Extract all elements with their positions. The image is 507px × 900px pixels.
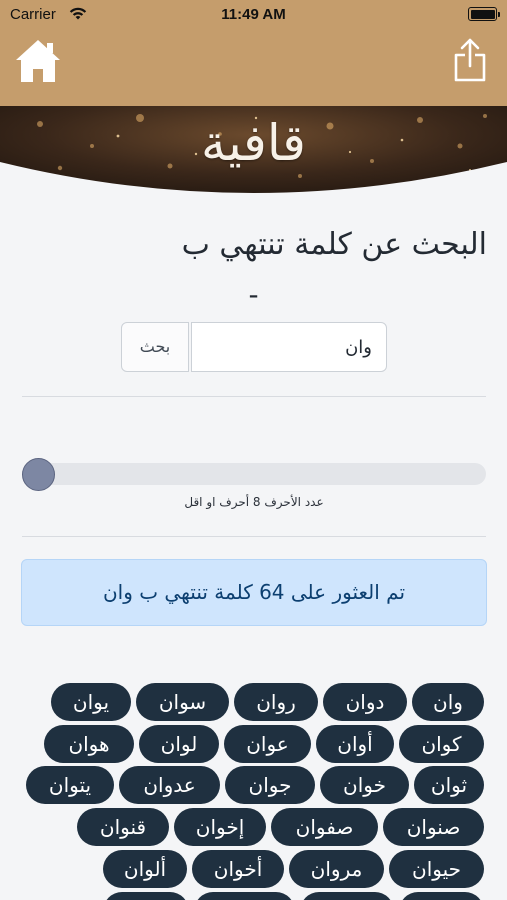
result-chip[interactable]: قنوان xyxy=(77,808,169,846)
result-chip[interactable]: يوان xyxy=(51,683,131,721)
result-chip-partial[interactable] xyxy=(194,892,295,900)
result-chip[interactable]: مروان xyxy=(289,850,384,888)
result-chip[interactable]: هوان xyxy=(44,725,134,763)
result-chip[interactable]: دوان xyxy=(323,683,407,721)
result-chip[interactable]: صفوان xyxy=(271,808,378,846)
result-chip[interactable]: ألوان xyxy=(103,850,187,888)
result-chip[interactable]: عوان xyxy=(224,725,311,763)
result-chip[interactable]: لوان xyxy=(139,725,219,763)
result-chip[interactable]: حيوان xyxy=(389,850,484,888)
result-chip[interactable]: روان xyxy=(234,683,318,721)
result-chip[interactable]: أوان xyxy=(316,725,394,763)
result-chip-partial[interactable] xyxy=(103,892,189,900)
result-chip[interactable]: يتوان xyxy=(26,766,114,804)
result-chip[interactable]: عدوان xyxy=(119,766,220,804)
result-chip[interactable]: خوان xyxy=(320,766,409,804)
result-chip[interactable]: سوان xyxy=(136,683,229,721)
result-chip[interactable]: ثوان xyxy=(414,766,484,804)
results-list: وان دوان روان سوان يوان كوان أوان عوان ل… xyxy=(0,0,507,900)
result-chip[interactable]: إخوان xyxy=(174,808,266,846)
result-chip[interactable]: كوان xyxy=(399,725,484,763)
result-chip[interactable]: جوان xyxy=(225,766,315,804)
result-chip-partial[interactable] xyxy=(300,892,394,900)
result-chip[interactable]: أخوان xyxy=(192,850,284,888)
result-chip[interactable]: وان xyxy=(412,683,484,721)
result-chip[interactable]: صنوان xyxy=(383,808,484,846)
result-chip-partial[interactable] xyxy=(399,892,484,900)
